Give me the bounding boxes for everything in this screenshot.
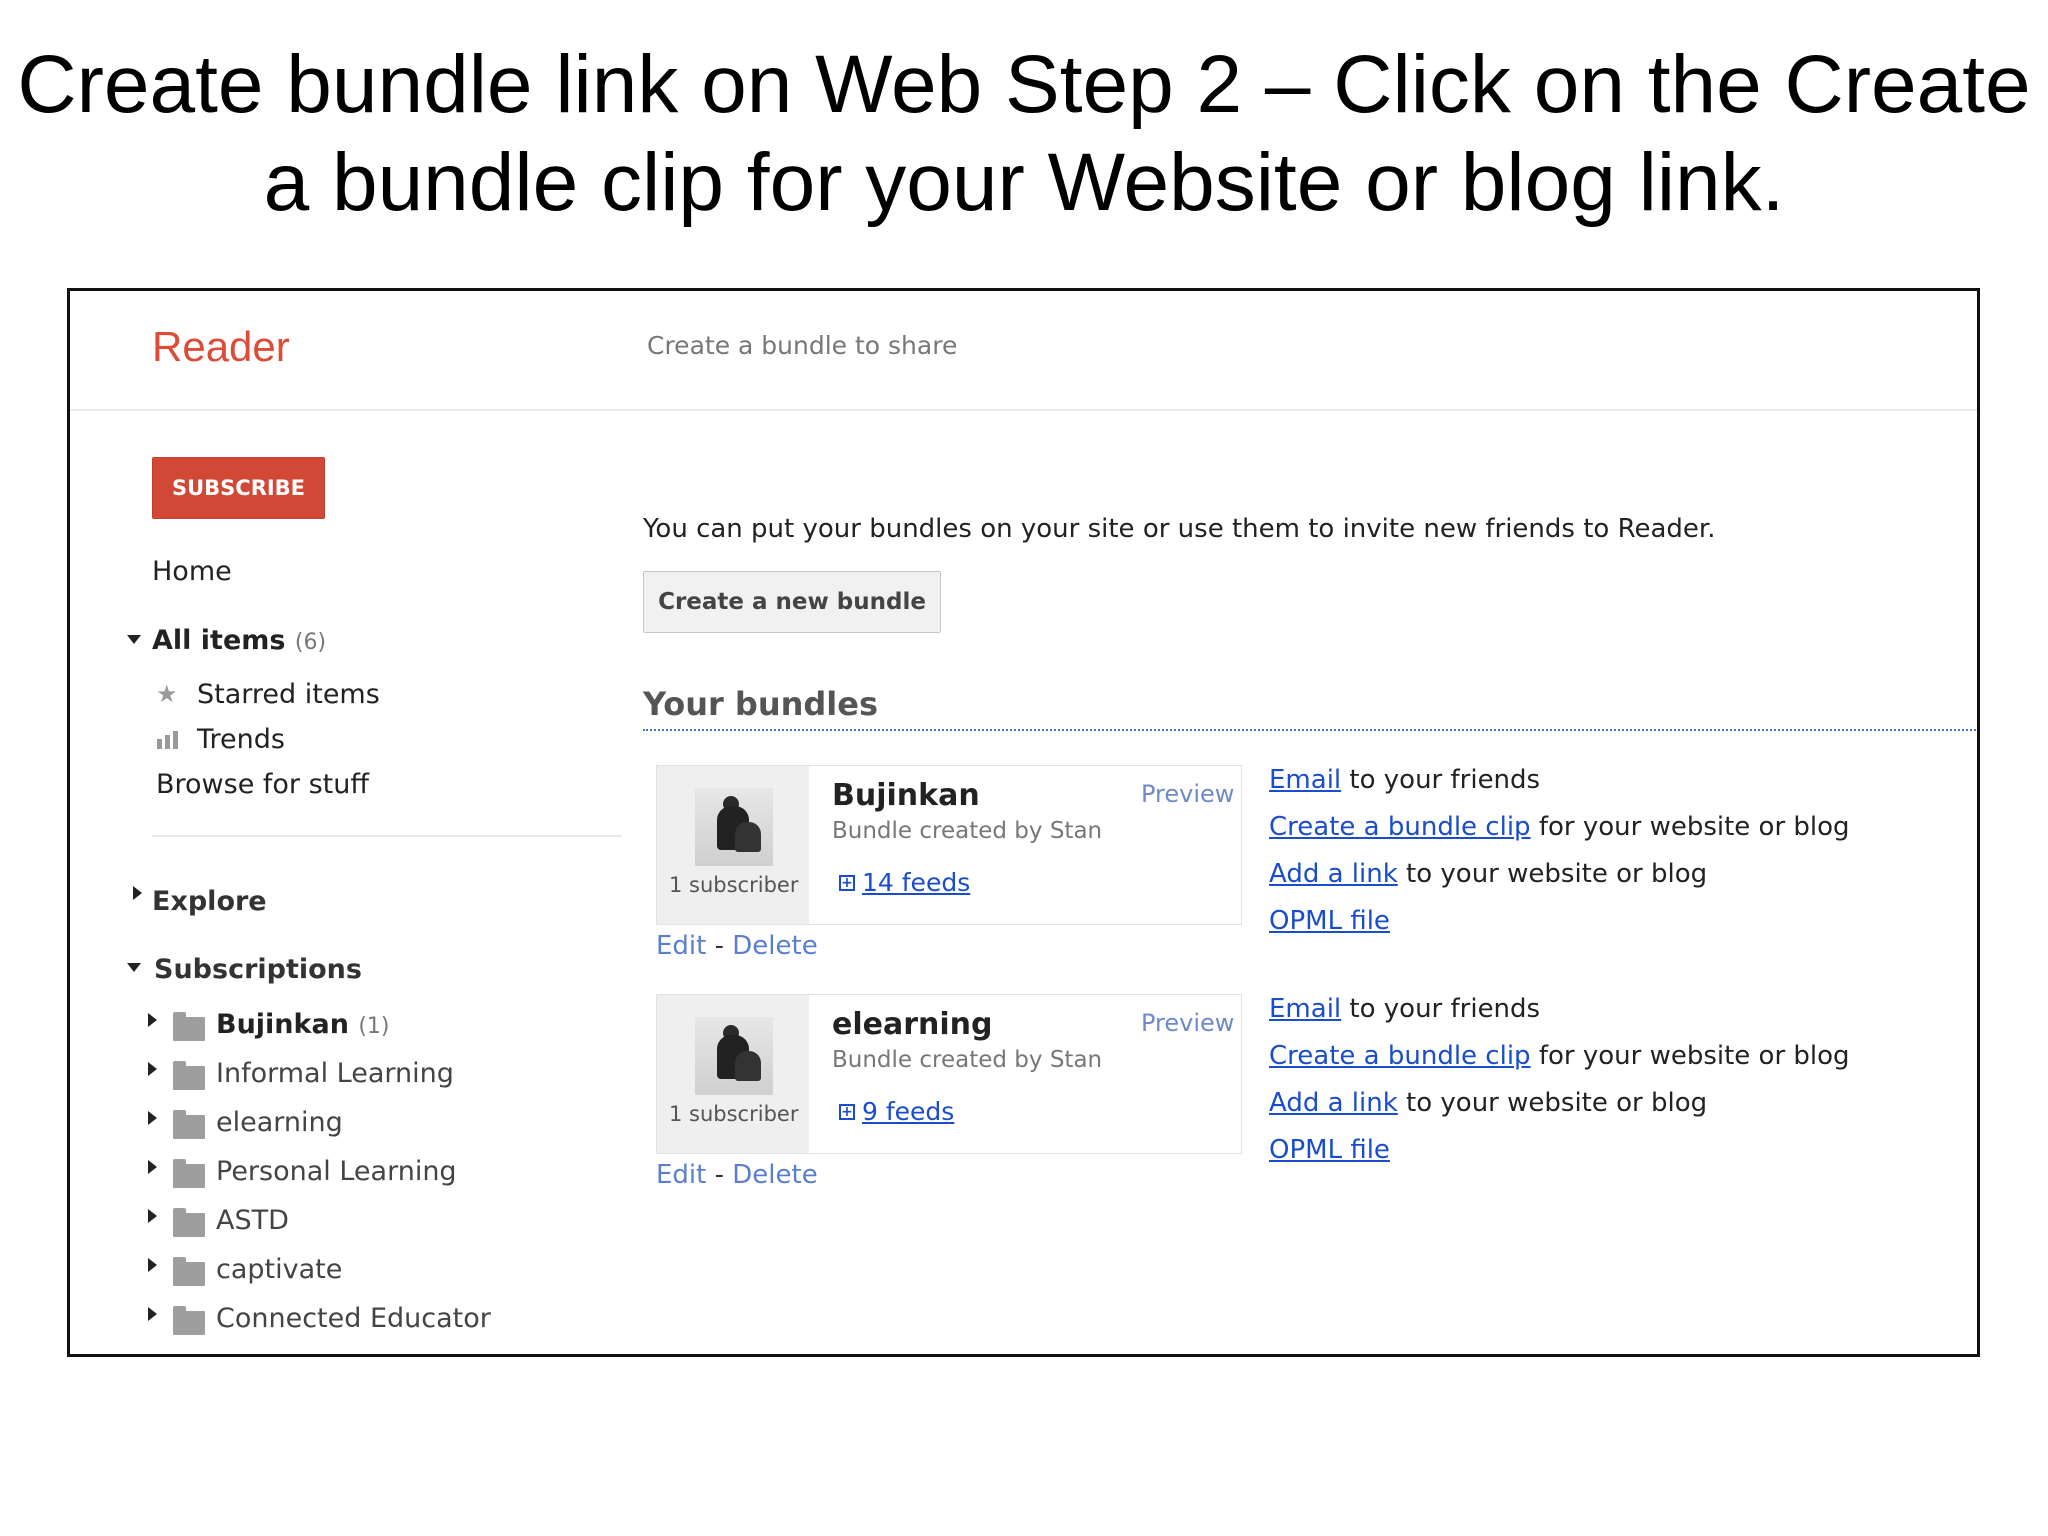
trends-icon	[157, 731, 179, 749]
edit-link[interactable]: Edit	[656, 1160, 706, 1190]
sidebar-item-trends[interactable]: Trends	[197, 724, 285, 755]
create-bundle-clip-link[interactable]: Create a bundle clip	[1269, 1041, 1531, 1071]
slide-title: Create bundle link on Web Step 2 – Click…	[0, 36, 2048, 232]
create-bundle-clip-link[interactable]: Create a bundle clip	[1269, 812, 1531, 842]
your-bundles-heading: Your bundles	[643, 685, 879, 723]
sidebar-folder-informal-learning[interactable]: Informal Learning	[216, 1058, 454, 1089]
caret-right-icon[interactable]	[148, 1062, 157, 1076]
add-a-link-link[interactable]: Add a link	[1269, 1088, 1398, 1118]
add-link-rest: to your website or blog	[1397, 1088, 1708, 1118]
header-divider	[70, 409, 1977, 411]
email-row: Email to your friends	[1269, 994, 1540, 1024]
bundles-intro-text: You can put your bundles on your site or…	[643, 514, 1716, 544]
folder-label: Bujinkan	[216, 1009, 349, 1040]
star-icon: ★	[156, 680, 178, 708]
all-items-count: (6)	[294, 630, 327, 655]
folder-icon	[173, 1110, 205, 1139]
email-row: Email to your friends	[1269, 765, 1540, 795]
bundle-photo	[695, 788, 773, 866]
caret-down-icon[interactable]	[127, 635, 141, 644]
expand-plus-icon[interactable]: +	[839, 875, 855, 891]
caret-right-icon[interactable]	[148, 1111, 157, 1125]
section-divider	[643, 729, 1977, 731]
bundle-name: elearning	[832, 1007, 993, 1042]
bundle-name: Bujinkan	[832, 778, 980, 813]
sidebar-folder-bujinkan[interactable]: Bujinkan (1)	[216, 1009, 390, 1040]
opml-row: OPML file	[1269, 906, 1390, 936]
caret-right-icon[interactable]	[148, 1160, 157, 1174]
opml-file-link[interactable]: OPML file	[1269, 906, 1390, 936]
reader-logo[interactable]: Reader	[152, 323, 290, 371]
sidebar-item-subscriptions[interactable]: Subscriptions	[154, 954, 362, 985]
email-rest: to your friends	[1341, 765, 1541, 795]
delete-link[interactable]: Delete	[732, 931, 817, 961]
folder-icon	[173, 1012, 205, 1041]
sidebar-item-starred[interactable]: Starred items	[197, 679, 380, 710]
all-items-label: All items	[152, 625, 286, 656]
bundle-card: 1 subscriber elearning Bundle created by…	[656, 994, 1242, 1154]
bundle-card: 1 subscriber Bujinkan Bundle created by …	[656, 765, 1242, 925]
caret-right-icon[interactable]	[148, 1013, 157, 1027]
preview-link[interactable]: Preview	[1141, 1009, 1234, 1037]
caret-right-icon[interactable]	[148, 1209, 157, 1223]
folder-count: (1)	[358, 1014, 390, 1039]
page-breadcrumb: Create a bundle to share	[647, 331, 958, 360]
reader-screenshot: Reader Create a bundle to share SUBSCRIB…	[67, 288, 1980, 1357]
caret-right-icon[interactable]	[148, 1307, 157, 1321]
subscriber-count: 1 subscriber	[669, 873, 799, 897]
add-a-link-link[interactable]: Add a link	[1269, 859, 1398, 889]
edit-delete-separator: -	[714, 1160, 725, 1190]
opml-file-link[interactable]: OPML file	[1269, 1135, 1390, 1165]
subscribe-button[interactable]: SUBSCRIBE	[152, 457, 325, 519]
email-rest: to your friends	[1341, 994, 1541, 1024]
sidebar-folder-captivate[interactable]: captivate	[216, 1254, 342, 1285]
opml-row: OPML file	[1269, 1135, 1390, 1165]
subscriber-count: 1 subscriber	[669, 1102, 799, 1126]
sidebar-item-all-items[interactable]: All items (6)	[152, 625, 326, 656]
folder-icon	[173, 1061, 205, 1090]
folder-icon	[173, 1257, 205, 1286]
add-link-row: Add a link to your website or blog	[1269, 859, 1707, 889]
sidebar-divider	[152, 835, 622, 837]
bundle-clip-rest: for your website or blog	[1530, 812, 1850, 842]
delete-link[interactable]: Delete	[732, 1160, 817, 1190]
slide-title-line-2: a bundle clip for your Website or blog l…	[263, 137, 1785, 228]
email-link[interactable]: Email	[1269, 994, 1341, 1024]
slide-title-line-1: Create bundle link on Web Step 2 – Click…	[17, 39, 2031, 130]
bundle-edit-row: Edit - Delete	[656, 931, 818, 961]
edit-delete-separator: -	[714, 931, 725, 961]
caret-right-icon[interactable]	[148, 1258, 157, 1272]
folder-icon	[173, 1159, 205, 1188]
feeds-link[interactable]: 9 feeds	[862, 1097, 954, 1126]
caret-down-icon[interactable]	[127, 963, 141, 972]
add-link-row: Add a link to your website or blog	[1269, 1088, 1707, 1118]
bundle-creator: Bundle created by Stan	[832, 1047, 1103, 1073]
caret-right-icon[interactable]	[133, 886, 142, 900]
sidebar-item-explore[interactable]: Explore	[152, 886, 267, 917]
bundle-edit-row: Edit - Delete	[656, 1160, 818, 1190]
sidebar-folder-connected-educator[interactable]: Connected Educator	[216, 1303, 491, 1334]
bundle-photo	[695, 1017, 773, 1095]
sidebar-folder-astd[interactable]: ASTD	[216, 1205, 289, 1236]
bundle-creator: Bundle created by Stan	[832, 818, 1103, 844]
sidebar-item-browse[interactable]: Browse for stuff	[156, 769, 369, 800]
bundle-clip-rest: for your website or blog	[1530, 1041, 1850, 1071]
create-new-bundle-button[interactable]: Create a new bundle	[643, 571, 941, 633]
feeds-link[interactable]: 14 feeds	[862, 868, 970, 897]
email-link[interactable]: Email	[1269, 765, 1341, 795]
bundle-thumbnail-box: 1 subscriber	[657, 766, 809, 924]
folder-icon	[173, 1208, 205, 1237]
bundle-clip-row: Create a bundle clip for your website or…	[1269, 1041, 1850, 1071]
folder-icon	[173, 1306, 205, 1335]
preview-link[interactable]: Preview	[1141, 780, 1234, 808]
sidebar-folder-elearning[interactable]: elearning	[216, 1107, 343, 1138]
bundle-thumbnail-box: 1 subscriber	[657, 995, 809, 1153]
sidebar-item-home[interactable]: Home	[152, 556, 232, 587]
add-link-rest: to your website or blog	[1397, 859, 1708, 889]
sidebar-folder-personal-learning[interactable]: Personal Learning	[216, 1156, 457, 1187]
edit-link[interactable]: Edit	[656, 931, 706, 961]
expand-plus-icon[interactable]: +	[839, 1104, 855, 1120]
bundle-clip-row: Create a bundle clip for your website or…	[1269, 812, 1850, 842]
